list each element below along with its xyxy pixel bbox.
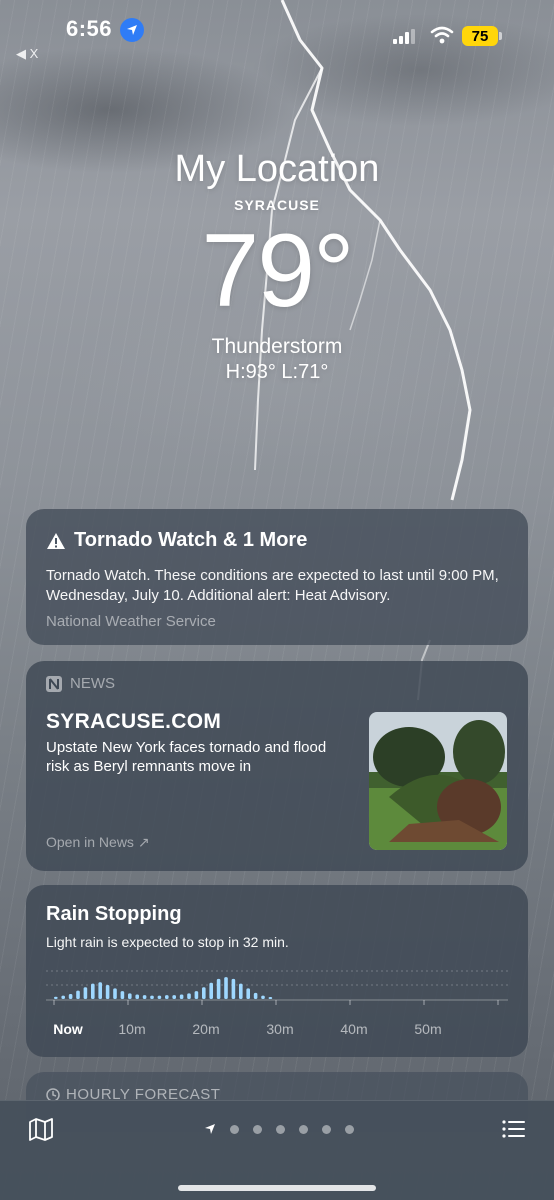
rain-bar — [268, 997, 273, 999]
rain-bar — [224, 977, 228, 999]
status-bar: 6:56 ◀ X 75 — [0, 0, 554, 62]
severe-weather-alert-card[interactable]: Tornado Watch & 1 More Tornado Watch. Th… — [26, 509, 528, 645]
rain-axis-label: 20m — [192, 1021, 220, 1037]
back-to-app-link[interactable]: ◀ X — [16, 46, 38, 62]
map-icon[interactable] — [28, 1117, 54, 1141]
rain-bar — [113, 988, 117, 999]
current-temperature: 79° — [201, 213, 354, 329]
rain-axis-label: 30m — [266, 1021, 294, 1037]
rain-bar — [246, 988, 250, 999]
rain-bar — [157, 995, 162, 999]
rain-bar — [98, 982, 102, 999]
news-section-header: NEWS — [46, 675, 508, 692]
rain-forecast-card[interactable]: Rain Stopping Light rain is expected to … — [26, 885, 528, 1057]
rain-bar — [172, 995, 176, 999]
news-thumbnail-image[interactable] — [369, 712, 507, 850]
rain-bar — [194, 991, 199, 999]
alert-body: Tornado Watch. These conditions are expe… — [46, 567, 499, 604]
news-section-label: NEWS — [70, 675, 115, 692]
page-dot[interactable] — [253, 1124, 262, 1134]
page-dot[interactable] — [276, 1124, 285, 1134]
rain-axis-label: 10m — [118, 1021, 146, 1037]
rain-bar — [239, 983, 243, 999]
current-condition: Thunderstorm — [211, 335, 343, 358]
page-indicator[interactable] — [204, 1123, 354, 1135]
rain-bar — [150, 995, 154, 999]
rain-axis-label: 50m — [414, 1021, 442, 1037]
page-dot[interactable] — [299, 1124, 308, 1134]
news-headline[interactable]: Upstate New York faces tornado and flood… — [46, 738, 346, 776]
rain-bar — [120, 991, 125, 999]
rain-bar — [261, 995, 265, 999]
bottom-toolbar — [0, 1100, 554, 1200]
rain-bar — [61, 995, 65, 999]
list-icon[interactable] — [501, 1117, 527, 1141]
rain-bar — [142, 995, 147, 999]
rain-bar — [54, 996, 58, 999]
alert-title-row: Tornado Watch & 1 More — [46, 529, 508, 552]
rain-bars — [46, 970, 508, 1005]
battery-indicator: 75 — [462, 26, 498, 46]
warning-triangle-icon — [47, 532, 65, 549]
page-dot[interactable] — [345, 1124, 354, 1134]
rain-description: Light rain is expected to stop in 32 min… — [46, 934, 289, 950]
status-time: 6:56 — [66, 16, 113, 41]
rain-bar — [202, 987, 206, 999]
rain-bar — [68, 993, 73, 999]
rain-bar — [253, 992, 258, 999]
rain-bar — [83, 987, 88, 999]
rain-bar — [91, 983, 95, 999]
battery-tip — [499, 32, 502, 40]
alert-title: Tornado Watch & 1 More — [74, 529, 308, 551]
rain-bar — [165, 995, 169, 999]
rain-bar — [128, 993, 132, 999]
apple-news-icon — [46, 675, 62, 692]
rain-bar — [76, 990, 80, 999]
rain-bar — [179, 994, 184, 999]
home-indicator[interactable] — [178, 1185, 376, 1191]
rain-bar — [231, 978, 236, 999]
location-title: My Location — [174, 148, 380, 190]
location-arrow-icon — [120, 18, 144, 42]
wifi-icon — [430, 26, 454, 44]
page-dot[interactable] — [230, 1124, 239, 1134]
rain-bar — [187, 993, 191, 999]
rain-axis-label: 40m — [340, 1021, 368, 1037]
cellular-signal-icon — [393, 28, 415, 44]
high-low-temperature: H:93° L:71° — [225, 361, 329, 383]
open-in-news-link[interactable]: Open in News ↗ — [46, 834, 150, 851]
location-city: SYRACUSE — [234, 197, 320, 213]
rain-bar — [105, 985, 110, 999]
news-card[interactable]: NEWS SYRACUSE.COM Upstate New York faces… — [26, 661, 528, 871]
weather-header: My Location SYRACUSE 79° Thunderstorm H:… — [0, 148, 554, 384]
page-dot[interactable] — [322, 1124, 331, 1134]
rain-bar — [135, 994, 139, 999]
rain-bar — [209, 982, 213, 999]
rain-axis-label: Now — [53, 1021, 83, 1037]
rain-title: Rain Stopping — [46, 903, 182, 925]
rain-bar — [216, 978, 221, 999]
alert-source: National Weather Service — [46, 613, 216, 630]
current-location-page-icon[interactable] — [204, 1123, 216, 1135]
rain-intensity-chart: Now 10m 20m 30m 40m 50m — [46, 963, 508, 1043]
